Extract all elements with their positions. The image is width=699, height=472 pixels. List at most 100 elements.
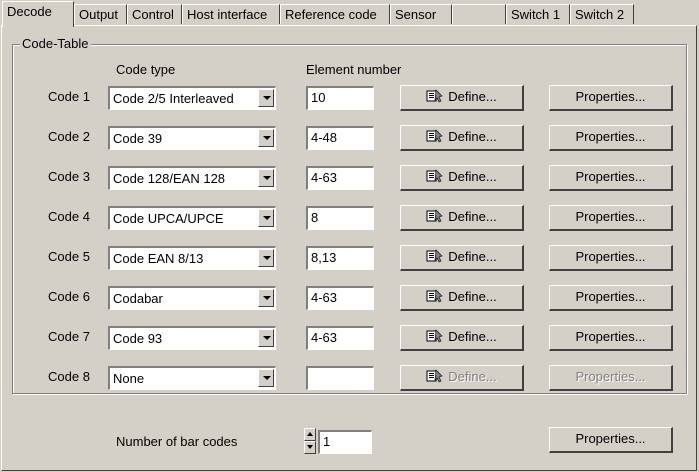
define-icon [426, 329, 443, 343]
button-label: Properties... [575, 431, 646, 446]
code-type-select[interactable]: Code 128/EAN 128 [108, 166, 276, 190]
element-number-header: Element number [306, 62, 402, 77]
button-label: Properties... [575, 129, 646, 144]
code-row-label: Code 6 [48, 289, 90, 304]
spin-down-icon[interactable] [304, 441, 316, 454]
chevron-down-icon[interactable] [258, 129, 274, 147]
element-number-input[interactable]: 4-63 [306, 286, 374, 310]
code-row-label: Code 8 [48, 369, 90, 384]
code-row-label: Code 3 [48, 169, 90, 184]
chevron-down-icon[interactable] [258, 169, 274, 187]
define-button[interactable]: Define... [400, 165, 524, 191]
button-label: Define... [448, 209, 497, 224]
code-type-select[interactable]: Codabar [108, 286, 276, 310]
define-icon [426, 369, 443, 383]
code-type-value: Code UPCA/UPCE [113, 211, 224, 226]
bar-codes-spinner[interactable] [304, 428, 316, 454]
button-label: Properties... [575, 249, 646, 264]
element-number-input[interactable] [306, 366, 374, 390]
button-label: Properties... [575, 329, 646, 344]
button-label: Define... [448, 249, 497, 264]
code-type-select[interactable]: Code UPCA/UPCE [108, 206, 276, 230]
define-icon [426, 129, 443, 143]
code-row-label: Code 7 [48, 329, 90, 344]
button-label: Properties... [575, 289, 646, 304]
element-number-input[interactable]: 10 [306, 86, 374, 110]
group-title: Code-Table [20, 36, 91, 51]
properties-button[interactable]: Properties... [549, 365, 673, 391]
code-type-header: Code type [116, 62, 176, 77]
tab-host-interface[interactable]: Host interface [182, 4, 280, 24]
button-label: Properties... [575, 209, 646, 224]
code-type-value: Codabar [113, 291, 163, 306]
element-number-input[interactable]: 4-48 [306, 126, 374, 150]
button-label: Define... [448, 369, 497, 384]
tab-sensor[interactable]: Sensor [390, 4, 452, 24]
code-type-value: Code EAN 8/13 [113, 251, 204, 266]
code-row-label: Code 1 [48, 89, 90, 104]
bar-codes-input[interactable]: 1 [318, 430, 372, 454]
tab-blank[interactable] [452, 4, 506, 24]
chevron-down-icon[interactable] [258, 369, 274, 387]
tab-decode[interactable]: Decode [2, 1, 74, 27]
code-type-select[interactable]: None [108, 366, 276, 390]
properties-button[interactable]: Properties... [549, 325, 673, 351]
tab-strip: Decode Output Control Host interface Ref… [0, 0, 699, 27]
element-number-input[interactable]: 8 [306, 206, 374, 230]
define-button[interactable]: Define... [400, 125, 524, 151]
element-number-input[interactable]: 8,13 [306, 246, 374, 270]
define-icon [426, 169, 443, 183]
code-type-select[interactable]: Code EAN 8/13 [108, 246, 276, 270]
define-button[interactable]: Define... [400, 245, 524, 271]
element-number-input[interactable]: 4-63 [306, 326, 374, 350]
button-label: Define... [448, 169, 497, 184]
code-type-value: Code 2/5 Interleaved [113, 91, 234, 106]
button-label: Define... [448, 129, 497, 144]
chevron-down-icon[interactable] [258, 89, 274, 107]
tab-switch-1[interactable]: Switch 1 [506, 4, 570, 24]
properties-button[interactable]: Properties... [549, 165, 673, 191]
code-row-label: Code 5 [48, 249, 90, 264]
tab-output[interactable]: Output [74, 4, 127, 24]
code-row-label: Code 4 [48, 209, 90, 224]
code-type-select[interactable]: Code 2/5 Interleaved [108, 86, 276, 110]
chevron-down-icon[interactable] [258, 249, 274, 267]
button-label: Properties... [575, 89, 646, 104]
properties-button[interactable]: Properties... [549, 125, 673, 151]
tab-reference-code[interactable]: Reference code [280, 4, 390, 24]
spin-up-icon[interactable] [304, 428, 316, 441]
button-label: Properties... [575, 169, 646, 184]
chevron-down-icon[interactable] [258, 209, 274, 227]
define-icon [426, 249, 443, 263]
define-button[interactable]: Define... [400, 205, 524, 231]
code-type-select[interactable]: Code 93 [108, 326, 276, 350]
define-button[interactable]: Define... [400, 85, 524, 111]
tab-switch-2[interactable]: Switch 2 [570, 4, 634, 24]
chevron-down-icon[interactable] [258, 329, 274, 347]
tab-control[interactable]: Control [127, 4, 182, 24]
properties-button[interactable]: Properties... [549, 285, 673, 311]
code-type-select[interactable]: Code 39 [108, 126, 276, 150]
define-button[interactable]: Define... [400, 325, 524, 351]
define-icon [426, 209, 443, 223]
button-label: Define... [448, 89, 497, 104]
chevron-down-icon[interactable] [258, 289, 274, 307]
define-button[interactable]: Define... [400, 365, 524, 391]
bar-codes-properties-button[interactable]: Properties... [549, 427, 673, 453]
code-type-value: Code 93 [113, 331, 163, 346]
code-type-value: Code 128/EAN 128 [113, 171, 226, 186]
element-number-input[interactable]: 4-63 [306, 166, 374, 190]
button-label: Define... [448, 289, 497, 304]
define-button[interactable]: Define... [400, 285, 524, 311]
define-icon [426, 289, 443, 303]
define-icon [426, 89, 443, 103]
code-type-value: Code 39 [113, 131, 163, 146]
properties-button[interactable]: Properties... [549, 85, 673, 111]
properties-button[interactable]: Properties... [549, 245, 673, 271]
button-label: Define... [448, 329, 497, 344]
code-type-value: None [113, 371, 145, 386]
button-label: Properties... [575, 369, 646, 384]
bar-codes-label: Number of bar codes [116, 434, 238, 449]
properties-button[interactable]: Properties... [549, 205, 673, 231]
code-row-label: Code 2 [48, 129, 90, 144]
